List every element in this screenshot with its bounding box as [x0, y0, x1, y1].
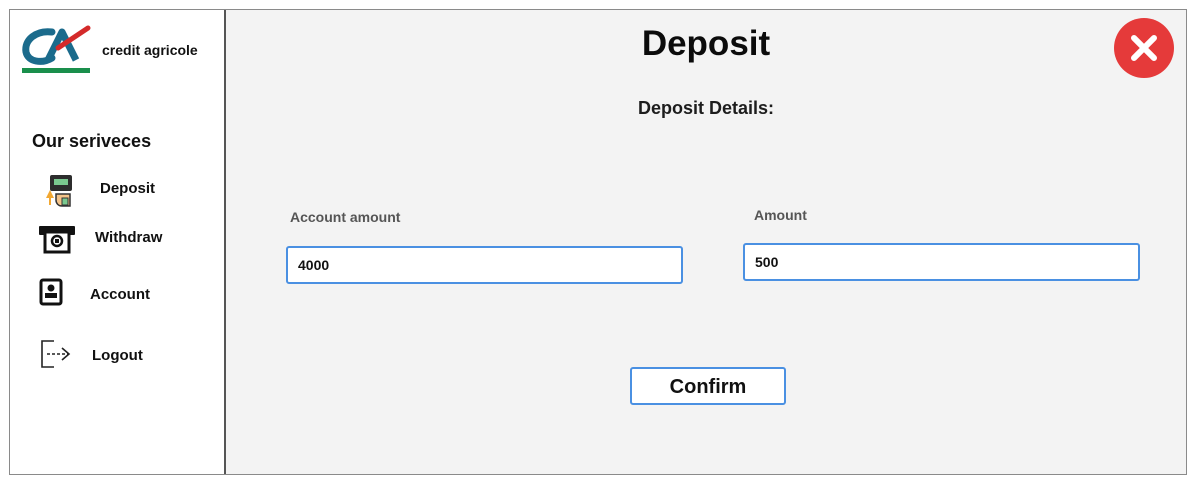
- sidebar-item-label: Account: [90, 286, 150, 303]
- brand-name: credit agricole: [102, 42, 198, 58]
- amount-field[interactable]: [743, 243, 1140, 281]
- sidebar-item-deposit[interactable]: Deposit: [10, 172, 224, 212]
- sidebar-item-label: Withdraw: [95, 229, 163, 246]
- close-icon: [1131, 35, 1157, 61]
- page-title: Deposit: [641, 24, 771, 63]
- account-amount-label: Account amount: [290, 209, 401, 225]
- sidebar-item-account[interactable]: Account: [10, 275, 224, 315]
- atm-withdraw-icon: [39, 226, 75, 254]
- services-title: Our seriveces: [32, 131, 152, 151]
- sidebar-item-withdraw[interactable]: Withdraw: [10, 222, 224, 262]
- account-icon: [39, 278, 63, 306]
- amount-label: Amount: [754, 207, 807, 223]
- confirm-button[interactable]: Confirm: [630, 367, 786, 405]
- main-panel: Deposit Deposit Details: Account amount …: [226, 10, 1186, 474]
- sidebar-item-label: Logout: [92, 347, 143, 364]
- credit-agricole-logo: [22, 25, 91, 73]
- sidebar-item-logout[interactable]: Logout: [10, 337, 224, 377]
- atm-deposit-icon: [46, 175, 72, 207]
- brand: credit agricole: [18, 22, 218, 82]
- logout-icon: [41, 340, 71, 368]
- section-title: Deposit Details:: [637, 98, 775, 118]
- sidebar-item-label: Deposit: [100, 180, 156, 197]
- sidebar: credit agricole Our seriveces Deposit Wi…: [10, 10, 226, 474]
- close-button[interactable]: [1114, 18, 1174, 78]
- account-amount-field[interactable]: [286, 246, 683, 284]
- app-window: credit agricole Our seriveces Deposit Wi…: [9, 9, 1187, 475]
